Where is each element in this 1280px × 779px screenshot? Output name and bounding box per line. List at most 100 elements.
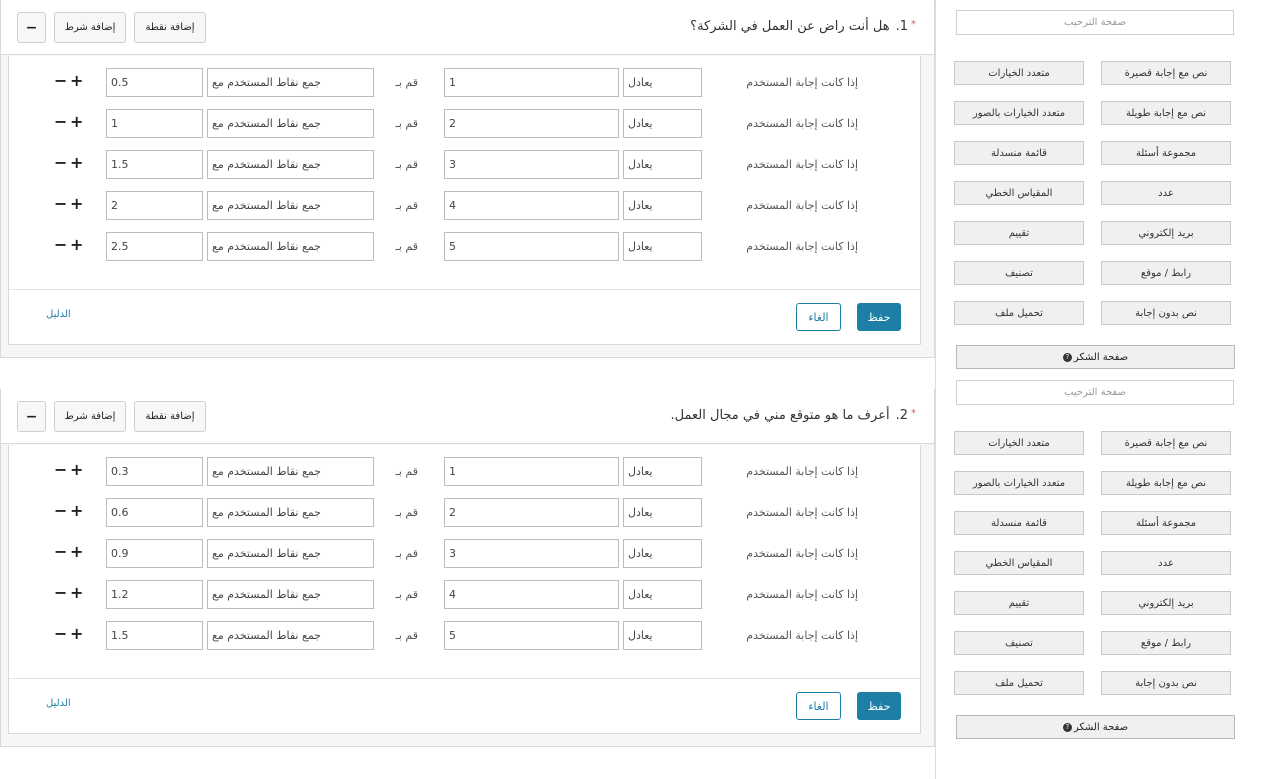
answer-input[interactable]: 5	[444, 621, 619, 650]
action-select[interactable]: جمع نقاط المستخدم مع	[207, 191, 374, 220]
operator-select[interactable]: يعادل	[623, 498, 702, 527]
question-type-button[interactable]: تقييم	[954, 221, 1084, 245]
question-type-button[interactable]: نص بدون إجابة	[1101, 301, 1231, 325]
operator-select[interactable]: يعادل	[623, 109, 702, 138]
collapse-button[interactable]: −	[17, 12, 46, 43]
question-type-button[interactable]: قائمة منسدلة	[954, 511, 1084, 535]
operator-select[interactable]: يعادل	[623, 621, 702, 650]
remove-rule-icon[interactable]: −	[54, 155, 67, 171]
add-rule-icon[interactable]: +	[70, 626, 83, 642]
action-select[interactable]: جمع نقاط المستخدم مع	[207, 109, 374, 138]
action-select[interactable]: جمع نقاط المستخدم مع	[207, 232, 374, 261]
add-rule-icon[interactable]: +	[70, 73, 83, 89]
operator-select[interactable]: يعادل	[623, 457, 702, 486]
question-type-button[interactable]: بريد إلكتروني	[1101, 591, 1231, 615]
answer-input[interactable]: 1	[444, 68, 619, 97]
cancel-button[interactable]: الغاء	[796, 303, 841, 331]
add-rule-icon[interactable]: +	[70, 196, 83, 212]
question-type-button[interactable]: تصنيف	[954, 631, 1084, 655]
question-type-button[interactable]: نص مع إجابة طويلة	[1101, 101, 1231, 125]
question-type-button[interactable]: نص مع إجابة طويلة	[1101, 471, 1231, 495]
welcome-page-button[interactable]: صفحة الترحيب	[956, 380, 1234, 405]
question-type-button[interactable]: متعدد الخيارات بالصور	[954, 471, 1084, 495]
question-type-button[interactable]: تصنيف	[954, 261, 1084, 285]
answer-input[interactable]: 3	[444, 539, 619, 568]
question-type-button[interactable]: مجموعة أسئلة	[1101, 141, 1231, 165]
save-button[interactable]: حفظ	[857, 303, 901, 331]
save-button[interactable]: حفظ	[857, 692, 901, 720]
answer-input[interactable]: 4	[444, 580, 619, 609]
question-type-button[interactable]: تقييم	[954, 591, 1084, 615]
remove-rule-icon[interactable]: −	[54, 196, 67, 212]
remove-rule-icon[interactable]: −	[54, 237, 67, 253]
add-rule-icon[interactable]: +	[70, 462, 83, 478]
welcome-page-button[interactable]: صفحة الترحيب	[956, 10, 1234, 35]
points-input[interactable]: 2.5	[106, 232, 203, 261]
operator-select[interactable]: يعادل	[623, 580, 702, 609]
question-type-button[interactable]: نص بدون إجابة	[1101, 671, 1231, 695]
points-input[interactable]: 2	[106, 191, 203, 220]
question-type-button[interactable]: قائمة منسدلة	[954, 141, 1084, 165]
action-select[interactable]: جمع نقاط المستخدم مع	[207, 539, 374, 568]
points-input[interactable]: 0.6	[106, 498, 203, 527]
answer-input[interactable]: 5	[444, 232, 619, 261]
add-rule-icon[interactable]: +	[70, 585, 83, 601]
question-type-button[interactable]: رابط / موقع	[1101, 631, 1231, 655]
points-input[interactable]: 1.5	[106, 621, 203, 650]
remove-rule-icon[interactable]: −	[54, 544, 67, 560]
question-type-button[interactable]: تحميل ملف	[954, 671, 1084, 695]
guide-link[interactable]: الدليل	[46, 309, 71, 320]
add-condition-button[interactable]: إضافة شرط	[54, 401, 126, 432]
action-select[interactable]: جمع نقاط المستخدم مع	[207, 68, 374, 97]
remove-rule-icon[interactable]: −	[54, 462, 67, 478]
remove-rule-icon[interactable]: −	[54, 114, 67, 130]
question-type-button[interactable]: متعدد الخيارات بالصور	[954, 101, 1084, 125]
collapse-button[interactable]: −	[17, 401, 46, 432]
question-type-button[interactable]: المقياس الخطي	[954, 181, 1084, 205]
remove-rule-icon[interactable]: −	[54, 585, 67, 601]
question-type-button[interactable]: متعدد الخيارات	[954, 61, 1084, 85]
add-rule-icon[interactable]: +	[70, 503, 83, 519]
question-type-button[interactable]: نص مع إجابة قصيرة	[1101, 431, 1231, 455]
remove-rule-icon[interactable]: −	[54, 626, 67, 642]
add-point-button[interactable]: إضافة نقطة	[134, 401, 206, 432]
answer-input[interactable]: 4	[444, 191, 619, 220]
answer-input[interactable]: 2	[444, 498, 619, 527]
answer-input[interactable]: 3	[444, 150, 619, 179]
operator-select[interactable]: يعادل	[623, 191, 702, 220]
question-type-button[interactable]: تحميل ملف	[954, 301, 1084, 325]
action-select[interactable]: جمع نقاط المستخدم مع	[207, 457, 374, 486]
add-rule-icon[interactable]: +	[70, 155, 83, 171]
action-select[interactable]: جمع نقاط المستخدم مع	[207, 498, 374, 527]
points-input[interactable]: 1	[106, 109, 203, 138]
points-input[interactable]: 1.5	[106, 150, 203, 179]
question-type-button[interactable]: مجموعة أسئلة	[1101, 511, 1231, 535]
add-rule-icon[interactable]: +	[70, 237, 83, 253]
thanks-page-button[interactable]: صفحة الشكر?	[956, 345, 1235, 369]
operator-select[interactable]: يعادل	[623, 68, 702, 97]
points-input[interactable]: 1.2	[106, 580, 203, 609]
thanks-page-button[interactable]: صفحة الشكر?	[956, 715, 1235, 739]
guide-link[interactable]: الدليل	[46, 698, 71, 709]
add-rule-icon[interactable]: +	[70, 114, 83, 130]
operator-select[interactable]: يعادل	[623, 539, 702, 568]
remove-rule-icon[interactable]: −	[54, 73, 67, 89]
answer-input[interactable]: 2	[444, 109, 619, 138]
points-input[interactable]: 0.3	[106, 457, 203, 486]
question-type-button[interactable]: رابط / موقع	[1101, 261, 1231, 285]
action-select[interactable]: جمع نقاط المستخدم مع	[207, 150, 374, 179]
question-type-button[interactable]: بريد إلكتروني	[1101, 221, 1231, 245]
action-select[interactable]: جمع نقاط المستخدم مع	[207, 580, 374, 609]
cancel-button[interactable]: الغاء	[796, 692, 841, 720]
question-type-button[interactable]: المقياس الخطي	[954, 551, 1084, 575]
operator-select[interactable]: يعادل	[623, 150, 702, 179]
action-select[interactable]: جمع نقاط المستخدم مع	[207, 621, 374, 650]
remove-rule-icon[interactable]: −	[54, 503, 67, 519]
answer-input[interactable]: 1	[444, 457, 619, 486]
question-type-button[interactable]: عدد	[1101, 551, 1231, 575]
add-rule-icon[interactable]: +	[70, 544, 83, 560]
points-input[interactable]: 0.9	[106, 539, 203, 568]
question-type-button[interactable]: عدد	[1101, 181, 1231, 205]
points-input[interactable]: 0.5	[106, 68, 203, 97]
add-point-button[interactable]: إضافة نقطة	[134, 12, 206, 43]
